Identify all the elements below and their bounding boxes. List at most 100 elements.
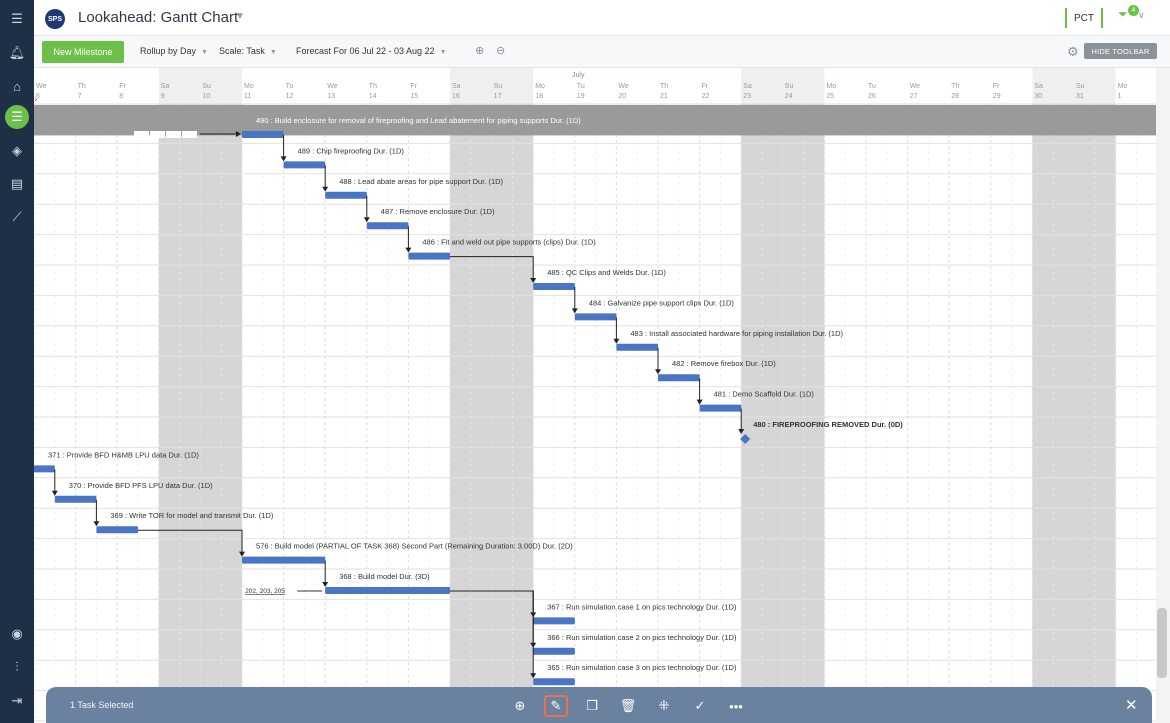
edit-icon[interactable]: ✎: [544, 695, 568, 717]
bell-icon[interactable]: 🔔︎: [7, 43, 27, 63]
weekend-column: [491, 68, 534, 723]
dependency-arrowhead: [51, 490, 58, 496]
add-icon[interactable]: ⊕: [508, 695, 532, 717]
task-label: 483 : Install associated hardware for pi…: [630, 329, 843, 338]
rollup-dropdown[interactable]: Rollup by Day ▼: [140, 46, 208, 56]
day-number-label: 27: [910, 93, 918, 100]
copy-icon[interactable]: ❐: [580, 695, 604, 717]
task-label: 484 : Galvanize pipe support clips Dur. …: [589, 298, 735, 307]
more-icon[interactable]: •••: [724, 695, 748, 717]
toolbar: New Milestone Rollup by Day ▼ Scale: Task…: [34, 36, 1170, 68]
task-bar[interactable]: [616, 343, 658, 351]
task-bar[interactable]: [658, 374, 700, 382]
task-bar[interactable]: [96, 526, 138, 534]
app-logo[interactable]: SPS: [45, 9, 65, 29]
day-number-label: 8: [119, 93, 123, 100]
dependency-arrowhead: [322, 186, 329, 192]
day-of-week-label: Th: [369, 83, 377, 90]
task-bar[interactable]: [325, 191, 367, 199]
predecessor-label: 202, 203, 205: [245, 588, 285, 595]
task-bar[interactable]: [533, 283, 575, 290]
selected-task-row: [34, 105, 1156, 136]
task-bar[interactable]: [574, 313, 617, 321]
schedule-icon[interactable]: ☰: [5, 105, 29, 129]
day-number-label: 9: [161, 93, 165, 100]
dependency-arrowhead: [655, 369, 661, 375]
day-number-label: 20: [618, 93, 626, 100]
chevron-down-icon: ▼: [439, 49, 447, 56]
task-label: 370 : Provide BFD PFS LPU data Dur. (1D): [69, 481, 213, 490]
delete-icon[interactable]: 🗑︎: [616, 695, 640, 717]
dependency-arrowhead: [613, 338, 620, 344]
day-of-week-label: We: [910, 83, 920, 90]
complete-icon[interactable]: ✓: [688, 695, 712, 717]
task-label: 489 : Chip fireproofing Dur. (1D): [298, 146, 405, 155]
task-bar[interactable]: [533, 678, 575, 686]
task-label: 368 : Build model Dur. (3D): [339, 572, 430, 581]
task-bar[interactable]: [242, 556, 326, 564]
scale-label: Scale: Task: [219, 46, 265, 56]
gear-icon[interactable]: ⚙: [1067, 44, 1079, 60]
day-number-label: 18: [535, 93, 543, 100]
chevron-down-icon[interactable]: ▼: [235, 11, 245, 22]
weekend-column: [1032, 68, 1074, 723]
analytics-icon[interactable]: ⟋: [7, 207, 27, 227]
zoom-in-icon[interactable]: ⊕: [475, 44, 484, 57]
task-bar[interactable]: [34, 465, 55, 473]
task-bar[interactable]: [699, 404, 742, 412]
page-title[interactable]: Lookahead: Gantt Chart: [78, 9, 238, 26]
task-label: 365 : Run simulation case 3 on pics tech…: [547, 663, 737, 672]
rollup-label: Rollup by Day: [140, 46, 197, 56]
day-of-week-label: Sa: [161, 83, 170, 90]
day-number-label: 31: [1076, 93, 1084, 100]
zoom-out-icon[interactable]: ⊖: [496, 44, 505, 57]
forecast-dropdown[interactable]: Forecast For 06 Jul 22 - 03 Aug 22 ▼: [296, 46, 447, 56]
dependency-arrowhead: [696, 399, 703, 405]
day-of-week-label: Mo: [1118, 83, 1128, 90]
day-of-week-label: Su: [494, 83, 503, 90]
day-of-week-label: Sa: [452, 83, 461, 90]
task-bar[interactable]: [533, 617, 575, 625]
forecast-label: Forecast For 06 Jul 22 - 03 Aug 22: [296, 46, 435, 56]
link-icon[interactable]: ⁜: [652, 695, 676, 717]
sliders-icon[interactable]: ⫶: [7, 657, 27, 677]
day-number-label: 11: [244, 93, 251, 100]
task-label: 480 : FIREPROOFING REMOVED Dur. (0D): [753, 420, 903, 429]
day-of-week-label: Su: [202, 83, 211, 90]
task-bar[interactable]: [408, 252, 450, 260]
scale-dropdown[interactable]: Scale: Task ▼: [219, 46, 277, 56]
reports-icon[interactable]: ▤: [7, 174, 27, 194]
task-label: 482 : Remove firebox Dur. (1D): [672, 359, 776, 368]
day-of-week-label: Fr: [993, 83, 1000, 90]
filter-button[interactable]: ⏷ 4 ∨: [1118, 5, 1148, 27]
home-icon[interactable]: ⌂: [7, 76, 27, 96]
dependency-arrowhead: [280, 156, 287, 162]
task-bar[interactable]: [366, 222, 409, 230]
task-label: 487 : Remove enclosure Dur. (1D): [381, 207, 495, 216]
logout-icon[interactable]: ⇥: [7, 691, 27, 711]
scrollbar-thumb[interactable]: [1157, 608, 1167, 678]
task-label: 576 : Build model (PARTIAL OF TASK 368) …: [256, 542, 573, 551]
sidebar: ☰ 🔔︎ ⌂ ☰ ◈ ▤ ⟋ ◉ ⫶ ⇥: [0, 0, 34, 723]
day-of-week-label: Tu: [577, 83, 585, 90]
day-of-week-label: Mo: [535, 83, 545, 90]
task-bar[interactable]: [242, 131, 284, 138]
layers-icon[interactable]: ◈: [7, 141, 27, 161]
close-icon[interactable]: ✕: [1125, 696, 1138, 714]
task-bar[interactable]: [54, 495, 97, 503]
gantt-canvas[interactable]: JulyWe6Th7Fr8Sa9Su10Mo11Tu12We13Th14Fr15…: [34, 68, 1156, 723]
task-bar[interactable]: [283, 161, 326, 169]
user-icon[interactable]: ◉: [7, 624, 27, 644]
task-bar[interactable]: [533, 647, 575, 655]
new-milestone-button[interactable]: New Milestone: [42, 41, 124, 63]
header: SPS Lookahead: Gantt Chart ▼ PCT ⏷ 4 ∨: [34, 0, 1170, 36]
chevron-down-icon: ▼: [269, 49, 277, 56]
task-bar[interactable]: [325, 587, 450, 594]
gantt-chart[interactable]: July We 6 Th 7 Fr 8 Sa 9 Su 10 Mo 11 Tu 12 We 13 Th 14 Fr 15…: [34, 68, 1156, 723]
hide-toolbar-button[interactable]: HIDE TOOLBAR: [1084, 43, 1157, 59]
task-label: 371 : Provide BFD H&MB LPU data Dur. (1D…: [48, 450, 199, 459]
menu-icon[interactable]: ☰: [7, 9, 27, 29]
pct-toggle[interactable]: PCT: [1065, 8, 1103, 28]
day-of-week-label: Su: [785, 83, 794, 90]
day-of-week-label: Tu: [868, 83, 876, 90]
